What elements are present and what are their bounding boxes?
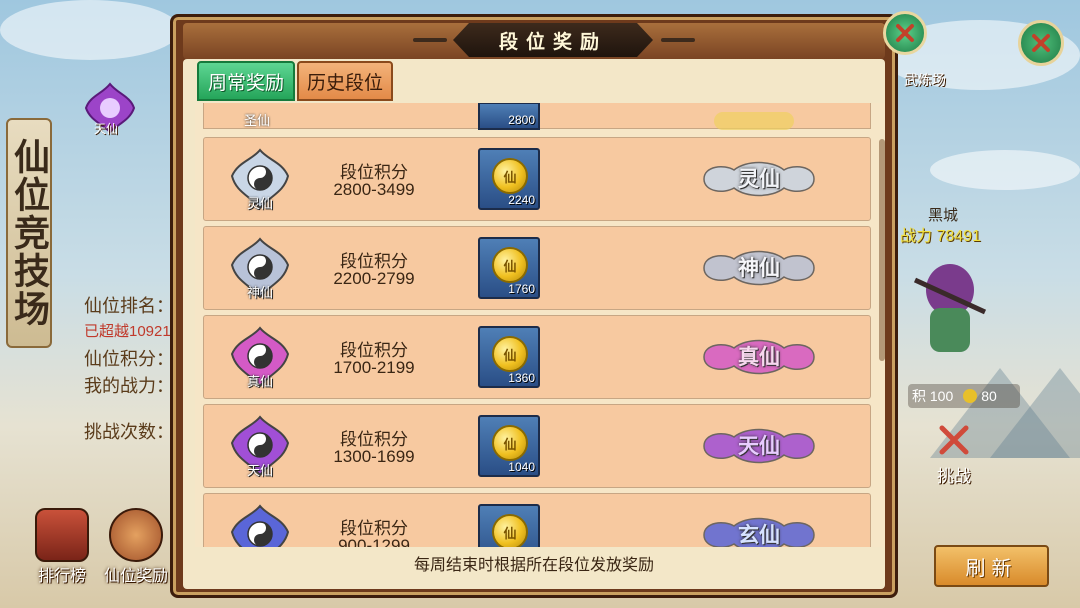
header-deco-right [661,38,695,42]
exceed-label: 已超越10921 [84,323,171,340]
coin-icon [963,389,978,403]
arena-banner-text: 仙位竞技场 [8,138,50,328]
list-item: 玄仙 段位积分 900-1299 仙 720 玄仙 [203,493,871,547]
rank-label: 仙位排名： [84,296,174,316]
list-item: 灵仙 段位积分 2800-3499 仙 2240 灵仙 [203,137,871,221]
power-label: 我的战力： [84,376,174,396]
rank-badge-label: 圣仙 [244,113,271,128]
list-scrollbar[interactable] [879,139,885,361]
my-rank-badge-label: 天仙 [94,122,119,136]
score-label: 仙位积分： [84,349,174,369]
title-art [714,112,794,130]
title-art-text: 真仙 [738,344,780,369]
close-icon [896,24,914,42]
rank-badge-label: 神仙 [246,285,273,300]
warrior-figure-icon [913,264,987,352]
arena-label[interactable]: 武炼场 [904,70,946,90]
score-range: 2800-3499 [333,180,415,199]
coin-icon: 仙 [492,247,528,283]
reward-coin-box[interactable]: 仙 1360 [478,326,540,388]
list-item: 天仙 段位积分 1300-1699 仙 1040 天仙 [203,404,871,488]
title-art: 灵仙 [694,156,824,202]
top-close-button[interactable] [1018,20,1064,66]
refresh-button[interactable]: 刷新 [934,545,1049,587]
rank-badge-label: 灵仙 [246,196,273,211]
challenge-label: 挑战 [937,467,971,486]
rank-badge: 灵仙 [226,146,294,214]
opponent-power: 战力 78491 [900,228,981,245]
rank-badge-label: 天仙 [246,463,273,478]
reward-coin-box[interactable]: 仙 720 [478,504,540,547]
rank-badge: 天仙 [226,413,294,481]
panel-close-button[interactable] [883,11,927,55]
panel-header: 段位奖励 [183,23,885,59]
title-art: 神仙 [694,245,824,291]
coin-icon: 仙 [492,514,528,547]
panel-title-plate: 段位奖励 [453,23,653,57]
challenges-label: 挑战次数： [84,422,174,442]
rank-reward-label: 仙位奖励 [104,568,169,585]
opponent-stats: 积 100 80 [908,384,1020,408]
reward-list[interactable]: 2800 圣仙 灵仙 段位积分 2800-3499 仙 2240 灵仙 神仙 段… [195,103,885,547]
title-art: 天仙 [694,423,824,469]
reward-coin-box[interactable]: 仙 1760 [478,237,540,299]
leaderboard-icon [35,508,89,562]
rank-badge-label: 真仙 [246,374,273,389]
rank-reward-button[interactable]: 仙位奖励 [104,508,168,586]
leaderboard-button[interactable]: 排行榜 [30,508,94,586]
lotus-rank-icon [230,504,290,547]
stat-score: 积 100 [912,388,954,404]
reward-qty: 2800 [508,113,535,127]
panel-body: 周常奖励 历史段位 2800 圣仙 灵仙 段位积分 2800-3499 仙 22… [183,59,885,589]
title-art-text: 神仙 [738,255,780,280]
close-icon [1032,34,1050,52]
score-range: 1300-1699 [333,447,415,466]
title-art-text: 天仙 [738,433,780,458]
rank-badge: 神仙 [226,235,294,303]
leaderboard-label: 排行榜 [37,568,86,585]
reward-qty: 1040 [508,460,535,474]
arena-banner: 仙位竞技场 [6,118,52,348]
tab-weekly-reward[interactable]: 周常奖励 [197,61,295,101]
opponent-avatar[interactable] [905,250,995,360]
title-art-text: 玄仙 [738,522,780,547]
reward-coin-box[interactable]: 仙 2240 [478,148,540,210]
score-range: 2200-2799 [333,269,415,288]
tab-history-rank[interactable]: 历史段位 [297,61,393,101]
title-art: 玄仙 [694,512,824,547]
coin-icon: 仙 [492,425,528,461]
panel-title: 段位奖励 [498,30,607,53]
rank-badge: 真仙 [226,324,294,392]
footer-note: 每周结束时根据所在段位发放奖励 [413,557,654,574]
reward-qty: 1760 [508,282,535,296]
score-range: 1700-2199 [333,358,415,377]
title-art-text: 灵仙 [738,166,780,191]
reward-qty: 2240 [508,193,535,207]
list-item: 神仙 段位积分 2200-2799 仙 1760 神仙 [203,226,871,310]
reward-qty: 1360 [508,371,535,385]
coin-icon: 仙 [492,336,528,372]
rank-badge: 玄仙 [226,502,294,547]
list-item: 真仙 段位积分 1700-2199 仙 1360 真仙 [203,315,871,399]
challenge-button[interactable]: 挑战 [928,422,980,487]
rank-reward-panel: 段位奖励 周常奖励 历史段位 2800 圣仙 灵仙 段位积分 2800-3499… [170,11,927,598]
coin-icon: 仙 [492,158,528,194]
reward-coin-box: 2800 [478,103,540,130]
list-item: 2800 圣仙 [203,103,871,130]
crossed-swords-icon [939,425,969,455]
header-deco-left [413,38,447,42]
title-art: 真仙 [694,334,824,380]
reward-coin-box[interactable]: 仙 1040 [478,415,540,477]
stat-coin: 80 [981,388,997,404]
score-range: 900-1299 [338,536,410,547]
reward-bag-icon [109,508,163,562]
